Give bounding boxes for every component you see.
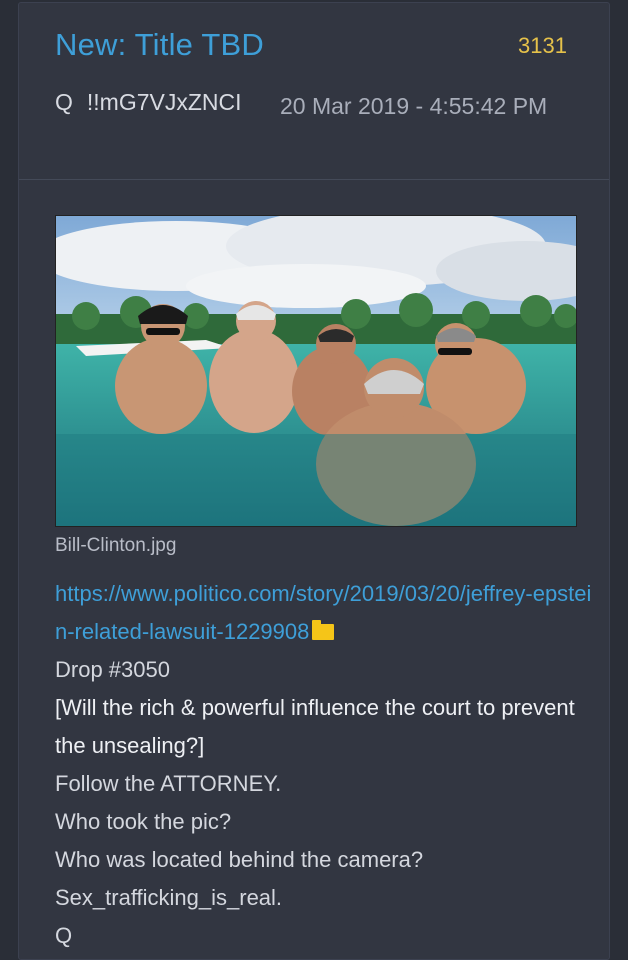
post-body: https://www.politico.com/story/2019/03/2… bbox=[55, 575, 595, 955]
attached-image[interactable] bbox=[55, 215, 577, 527]
body-line: Follow the ATTORNEY. bbox=[55, 771, 282, 796]
post-card: New: Title TBD 3131 Q !!mG7VJxZNCI 20 Mar… bbox=[18, 2, 610, 960]
post-count[interactable]: 3131 bbox=[518, 33, 567, 59]
folder-icon[interactable] bbox=[312, 620, 335, 640]
body-line: Who took the pic? bbox=[55, 809, 232, 834]
author-name: Q bbox=[55, 89, 73, 115]
author-tripcode: !!mG7VJxZNCI bbox=[86, 89, 242, 115]
attachment-filename[interactable]: Bill-Clinton.jpg bbox=[55, 535, 176, 557]
body-line: Who was located behind the camera? bbox=[55, 847, 424, 872]
body-line-quote: [Will the rich & powerful influence the … bbox=[55, 695, 575, 758]
post-header: New: Title TBD 3131 Q !!mG7VJxZNCI 20 Mar… bbox=[19, 3, 609, 180]
post-title[interactable]: New: Title TBD bbox=[55, 27, 264, 63]
post-author: Q !!mG7VJxZNCI bbox=[55, 89, 242, 116]
photo-illustration bbox=[56, 216, 576, 526]
body-line: Drop #3050 bbox=[55, 657, 170, 682]
post-timestamp: 20 Mar 2019 - 4:55:42 PM bbox=[280, 93, 548, 119]
body-line: Sex_trafficking_is_real. bbox=[55, 885, 283, 910]
body-signature: Q bbox=[55, 923, 73, 948]
